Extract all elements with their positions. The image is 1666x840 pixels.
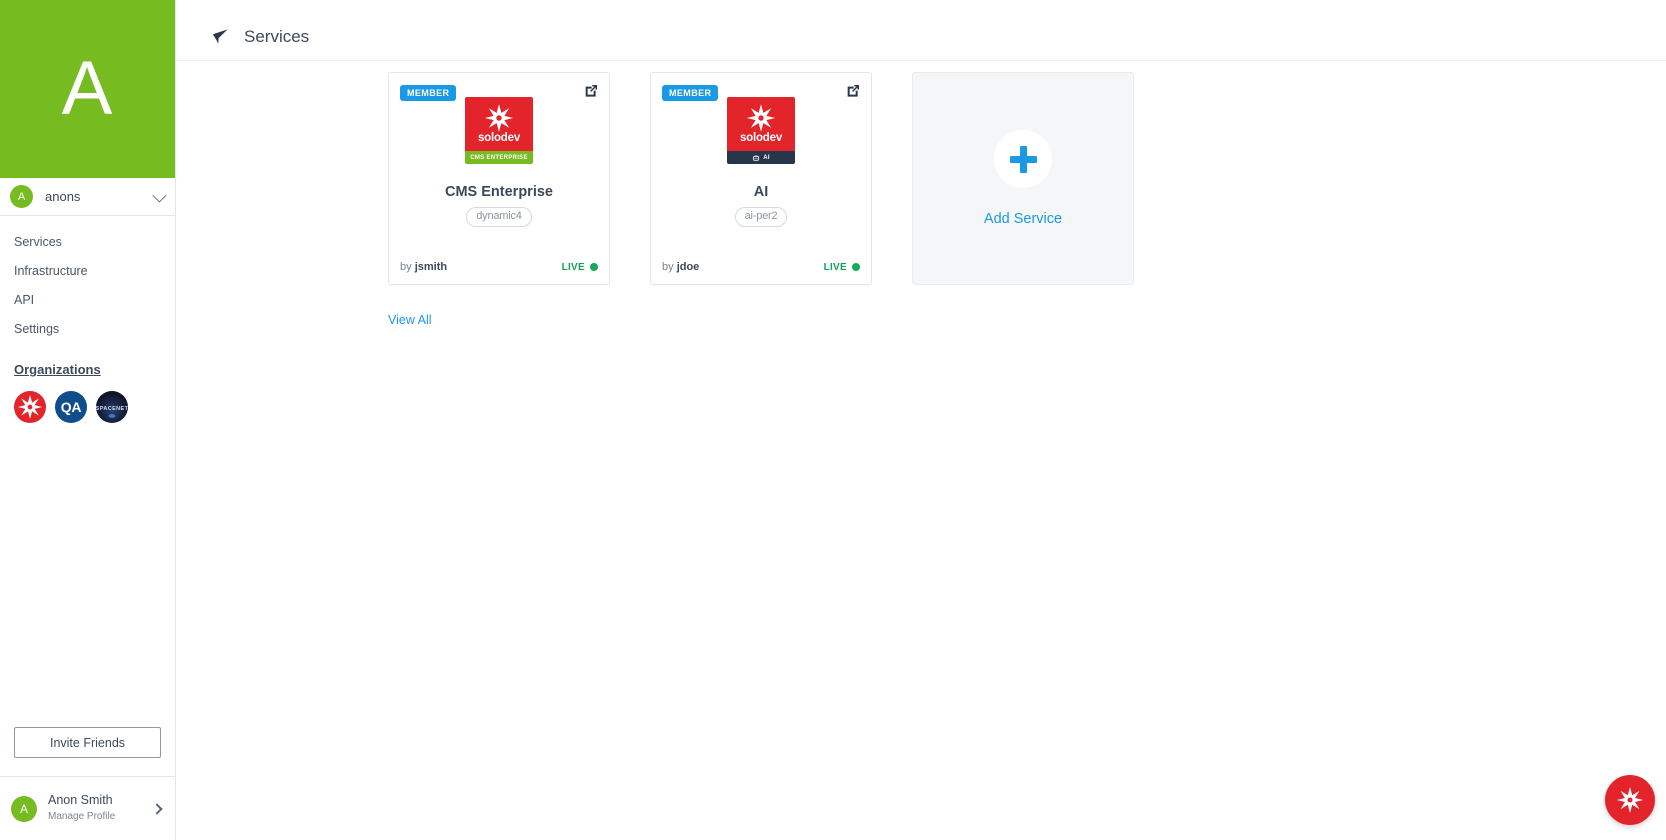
service-card[interactable]: MEMBER solodev: [650, 72, 872, 285]
service-owner: by jdoe: [662, 261, 699, 273]
solodev-starburst-icon: [484, 104, 514, 132]
logo-wordmark: solodev: [477, 132, 521, 144]
plus-vertical-bar: [1019, 145, 1027, 173]
org-avatar-solodev[interactable]: [14, 391, 46, 423]
service-card-footer: by jdoe LIVE: [651, 261, 871, 284]
profile-text: Anon Smith Manage Profile: [48, 793, 153, 823]
logo-top: solodev: [727, 97, 795, 151]
plus-inner: [1009, 145, 1037, 173]
robot-icon: [753, 154, 760, 161]
services-grid: MEMBER solodev CMS ENTERPRISE CMS Enterp…: [176, 61, 1666, 285]
logo-tile: solodev AI: [727, 97, 795, 164]
status-badge: MEMBER: [662, 85, 719, 101]
organizations-heading[interactable]: Organizations: [14, 362, 175, 377]
logo-tile: solodev CMS ENTERPRISE: [465, 97, 533, 164]
solodev-starburst-icon: [746, 104, 776, 132]
sidebar: A A anons Services Infrastructure API Se…: [0, 0, 176, 840]
org-avatar-spacenet-label: SPACENET: [96, 406, 128, 412]
service-owner-prefix: by: [400, 261, 412, 273]
status-dot-icon: [852, 263, 860, 271]
service-slug-wrap: ai-per2: [651, 207, 871, 228]
service-slug-wrap: dynamic4: [389, 207, 609, 228]
plus-icon: [994, 130, 1052, 188]
paper-plane-icon: [212, 29, 228, 44]
account-name: anons: [45, 189, 81, 204]
page-header: Services: [176, 0, 1666, 51]
org-avatar-qa[interactable]: QA: [55, 391, 87, 423]
service-slug: dynamic4: [466, 207, 532, 228]
solodev-starburst-icon: [1616, 787, 1644, 813]
external-link-icon[interactable]: [583, 83, 599, 99]
help-fab-button[interactable]: [1605, 775, 1655, 825]
add-service-card[interactable]: Add Service: [912, 72, 1134, 285]
org-avatar-spacenet[interactable]: SPACENET: [96, 391, 128, 423]
invite-friends-button[interactable]: Invite Friends: [14, 727, 161, 758]
avatar: A: [11, 795, 37, 822]
logo-top: solodev: [465, 97, 533, 151]
service-name: CMS Enterprise: [445, 184, 553, 200]
logo-wordmark: solodev: [739, 132, 783, 144]
sidebar-item-api[interactable]: API: [0, 286, 175, 315]
service-status: LIVE: [824, 262, 860, 273]
sidebar-item-services[interactable]: Services: [0, 228, 175, 257]
sidebar-item-settings[interactable]: Settings: [0, 315, 175, 344]
logo-band-label: CMS ENTERPRISE: [470, 154, 528, 161]
sidebar-nav: Services Infrastructure API Settings: [0, 216, 175, 344]
logo-band: CMS ENTERPRISE: [465, 151, 533, 164]
org-banner-letter: A: [61, 46, 114, 131]
external-link-icon[interactable]: [845, 83, 861, 99]
service-status-label: LIVE: [823, 261, 847, 273]
status-dot-icon: [590, 263, 598, 271]
status-badge: MEMBER: [400, 85, 457, 101]
service-status: LIVE: [562, 262, 598, 273]
page-title: Services: [244, 26, 310, 46]
sidebar-item-infrastructure[interactable]: Infrastructure: [0, 257, 175, 286]
logo-band-label: AI: [763, 154, 770, 161]
logo-band: AI: [727, 151, 795, 164]
account-avatar: A: [10, 185, 33, 208]
profile-name: Anon Smith: [48, 793, 113, 808]
service-name: AI: [753, 184, 769, 200]
service-card-footer: by jsmith LIVE: [389, 261, 609, 284]
solodev-starburst-icon: [17, 395, 43, 419]
account-switcher[interactable]: A anons: [0, 178, 175, 216]
service-owner-name: jdoe: [676, 261, 700, 273]
service-slug: ai-per2: [734, 207, 788, 228]
service-owner-prefix: by: [662, 261, 674, 273]
view-all-link[interactable]: View All: [388, 313, 432, 327]
spacenet-glow-icon: [108, 414, 116, 418]
main-content: Services MEMBER solodev CMS ENTERPRISE C…: [176, 0, 1666, 840]
profile-subtitle: Manage Profile: [48, 811, 116, 823]
service-owner-name: jsmith: [414, 261, 448, 273]
service-owner: by jsmith: [400, 261, 447, 273]
org-avatar-qa-label: QA: [60, 399, 82, 415]
invite-friends-wrap: Invite Friends: [0, 727, 175, 776]
service-card[interactable]: MEMBER solodev: [388, 72, 610, 285]
service-status-label: LIVE: [561, 261, 585, 273]
org-banner: A: [0, 0, 175, 178]
add-service-label: Add Service: [983, 211, 1063, 227]
chevron-down-icon[interactable]: [152, 188, 167, 203]
app-root: A A anons Services Infrastructure API Se…: [0, 0, 1666, 840]
profile-bar[interactable]: A Anon Smith Manage Profile: [0, 776, 175, 840]
chevron-right-icon[interactable]: [151, 802, 163, 815]
organization-avatars: QA SPACENET: [14, 391, 175, 423]
